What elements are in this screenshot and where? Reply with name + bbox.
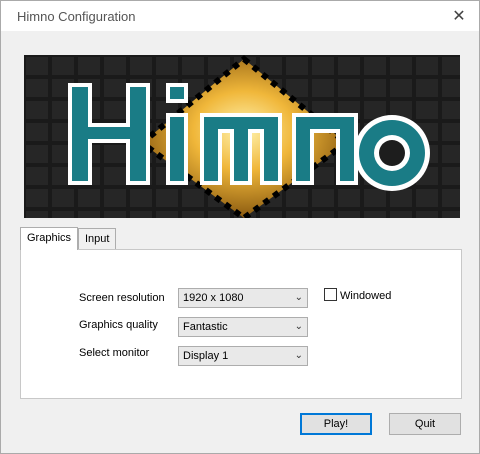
windowed-checkbox[interactable]: Windowed (324, 288, 391, 302)
quality-value: Fantastic (183, 321, 228, 333)
quality-label: Graphics quality (79, 319, 158, 331)
game-banner (24, 55, 460, 218)
title-bar[interactable]: Himno Configuration ✕ (1, 1, 479, 31)
quit-button[interactable]: Quit (389, 413, 461, 435)
monitor-value: Display 1 (183, 350, 229, 362)
play-button[interactable]: Play! (300, 413, 372, 435)
chevron-down-icon: ⌄ (294, 321, 303, 332)
tab-graphics[interactable]: Graphics (20, 227, 79, 250)
quality-select[interactable]: Fantastic ⌄ (178, 317, 308, 337)
checkbox-box[interactable] (324, 288, 337, 301)
tab-input[interactable]: Input (78, 228, 117, 249)
himno-logo-image (24, 55, 460, 218)
resolution-select[interactable]: 1920 x 1080 ⌄ (178, 288, 308, 308)
monitor-select[interactable]: Display 1 ⌄ (178, 346, 308, 366)
graphics-panel: Screen resolution 1920 x 1080 ⌄ Graphics… (20, 249, 462, 399)
windowed-label: Windowed (340, 290, 392, 302)
resolution-value: 1920 x 1080 (183, 292, 244, 304)
close-icon[interactable]: ✕ (447, 7, 471, 27)
chevron-down-icon: ⌄ (294, 350, 303, 361)
window-title: Himno Configuration (17, 9, 136, 24)
chevron-down-icon: ⌄ (294, 292, 303, 303)
monitor-label: Select monitor (79, 347, 150, 359)
resolution-label: Screen resolution (79, 292, 165, 304)
